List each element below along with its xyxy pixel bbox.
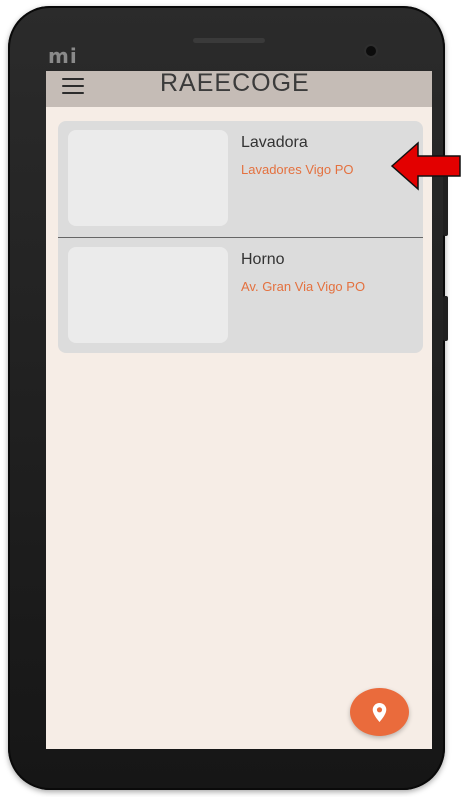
item-address: Av. Gran Via Vigo PO <box>241 279 366 294</box>
hamburger-menu-icon[interactable] <box>62 78 84 96</box>
side-button <box>443 296 448 341</box>
item-thumbnail <box>68 247 228 343</box>
app-title: RAEECOGE <box>160 71 310 97</box>
app-bar: RAEECOGE <box>46 71 432 107</box>
phone-frame: mi RAEECOGE Lavadora Lavadores Vigo PO H… <box>8 6 448 790</box>
list-item[interactable]: Horno Av. Gran Via Vigo PO <box>58 238 423 353</box>
item-thumbnail <box>68 130 228 226</box>
arrow-left-icon <box>390 141 461 191</box>
front-camera-icon <box>364 44 378 58</box>
map-location-button[interactable] <box>350 688 409 736</box>
item-title: Horno <box>241 251 285 268</box>
app-screen: RAEECOGE Lavadora Lavadores Vigo PO Horn… <box>46 71 432 749</box>
location-pin-icon <box>372 703 387 722</box>
brand-logo: mi <box>48 44 78 68</box>
item-address: Lavadores Vigo PO <box>241 162 354 177</box>
phone-speaker <box>193 38 265 43</box>
item-title: Lavadora <box>241 134 308 151</box>
list-item[interactable]: Lavadora Lavadores Vigo PO <box>58 121 423 237</box>
recycling-point-list: Lavadora Lavadores Vigo PO Horno Av. Gra… <box>58 121 423 353</box>
